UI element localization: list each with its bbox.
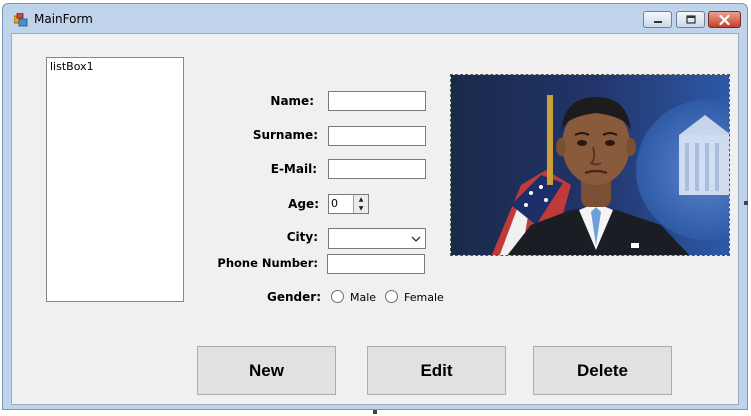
- chevron-down-icon[interactable]: [410, 233, 422, 245]
- gender-female-radio[interactable]: [385, 290, 398, 303]
- close-button[interactable]: [708, 11, 741, 28]
- client-area: listBox1 Name: Surname: E-Mail: Age: 0 ▲…: [11, 33, 739, 405]
- surname-label: Surname:: [252, 128, 318, 142]
- age-stepper[interactable]: 0 ▲ ▼: [328, 194, 369, 214]
- email-label: E-Mail:: [270, 162, 317, 176]
- maximize-icon: [685, 15, 696, 24]
- close-icon: [719, 14, 730, 25]
- edit-button[interactable]: Edit: [367, 346, 506, 395]
- delete-button[interactable]: Delete: [533, 346, 672, 395]
- main-window: MainForm listBox1 Name: Surname: E-Mail:…: [2, 3, 748, 410]
- phone-label: Phone Number:: [217, 256, 318, 270]
- age-value[interactable]: 0: [331, 197, 338, 210]
- profile-picture: [450, 74, 730, 256]
- name-label: Name:: [270, 94, 314, 108]
- age-spin[interactable]: ▲ ▼: [353, 195, 368, 213]
- resize-handle[interactable]: [744, 201, 748, 205]
- app-form-icon: [14, 13, 28, 27]
- person-photo: [451, 75, 729, 255]
- surname-input[interactable]: [328, 126, 426, 146]
- list-item[interactable]: listBox1: [50, 60, 94, 73]
- gender-label: Gender:: [267, 290, 321, 304]
- gender-male-label[interactable]: Male: [350, 291, 376, 304]
- name-input[interactable]: [328, 91, 426, 111]
- window-title: MainForm: [34, 12, 93, 26]
- title-bar[interactable]: MainForm: [3, 4, 747, 34]
- arrow-down-icon[interactable]: ▼: [354, 204, 368, 213]
- email-input[interactable]: [328, 159, 426, 179]
- phone-input[interactable]: [327, 254, 425, 274]
- minimize-icon: [653, 20, 662, 23]
- new-button[interactable]: New: [197, 346, 336, 395]
- gender-female-label[interactable]: Female: [404, 291, 444, 304]
- resize-handle-bottom[interactable]: [373, 410, 377, 414]
- maximize-button[interactable]: [676, 11, 705, 28]
- persons-listbox[interactable]: listBox1: [46, 57, 184, 302]
- city-label: City:: [286, 230, 318, 244]
- age-label: Age:: [288, 197, 319, 211]
- city-combobox[interactable]: [328, 228, 426, 249]
- arrow-up-icon[interactable]: ▲: [354, 195, 368, 204]
- minimize-button[interactable]: [643, 11, 672, 28]
- gender-male-radio[interactable]: [331, 290, 344, 303]
